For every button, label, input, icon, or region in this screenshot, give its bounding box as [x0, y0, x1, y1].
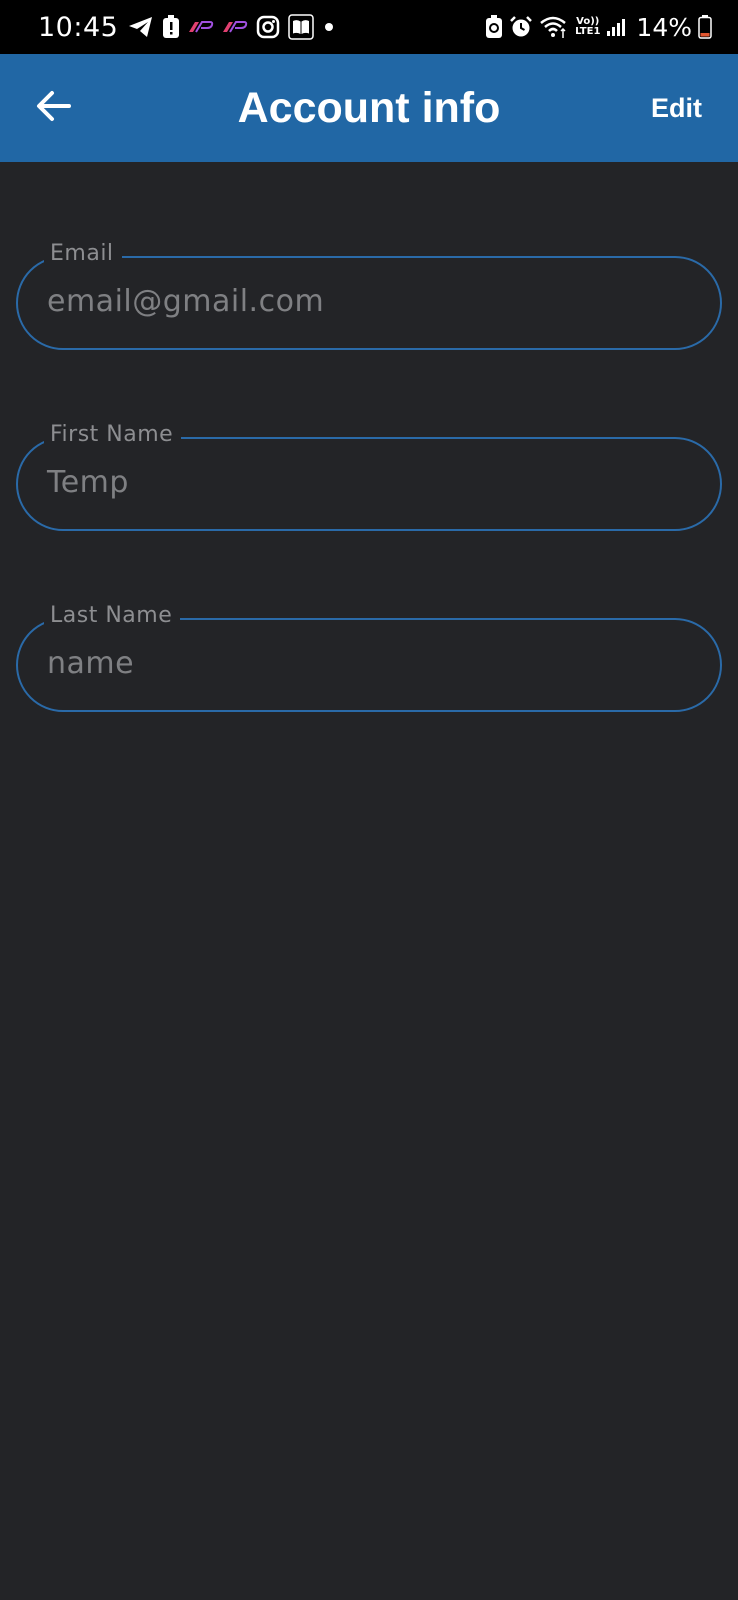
email-label: Email	[44, 240, 122, 268]
dot-icon	[322, 20, 336, 34]
app-bar: Account info Edit	[0, 54, 738, 162]
account-info-screen: 10:45 Vo)) LTE1 14% Account info Edit Em…	[0, 0, 738, 1600]
lte-bottom: LTE1	[575, 26, 601, 37]
app-icon	[222, 20, 248, 34]
alarm-icon	[509, 15, 533, 39]
first-name-field[interactable]: First Name Temp	[16, 421, 722, 531]
page-title: Account info	[237, 84, 501, 132]
email-field[interactable]: Email email@gmail.com	[16, 240, 722, 350]
battery-icon	[698, 15, 712, 39]
book-icon	[288, 14, 315, 40]
status-time: 10:45	[38, 11, 119, 43]
first-name-label: First Name	[44, 421, 182, 449]
last-name-field[interactable]: Last Name name	[16, 602, 722, 712]
last-name-value[interactable]: name	[47, 644, 687, 684]
status-bar: 10:45 Vo)) LTE1 14%	[0, 0, 738, 54]
edit-button[interactable]: Edit	[651, 90, 702, 126]
lte-indicator: Vo)) LTE1	[575, 17, 600, 37]
email-value[interactable]: email@gmail.com	[47, 282, 687, 322]
status-right: Vo)) LTE1 14%	[485, 0, 718, 54]
telegram-icon	[128, 16, 154, 38]
alert-icon	[162, 15, 180, 39]
signal-icon	[606, 17, 626, 37]
last-name-label: Last Name	[44, 602, 181, 630]
first-name-value[interactable]: Temp	[47, 463, 687, 503]
instagram-icon	[256, 15, 280, 39]
battery-percentage: 14%	[636, 12, 692, 42]
battery-saver-icon	[485, 15, 503, 39]
wifi-icon	[539, 15, 569, 39]
app-icon	[188, 20, 214, 34]
